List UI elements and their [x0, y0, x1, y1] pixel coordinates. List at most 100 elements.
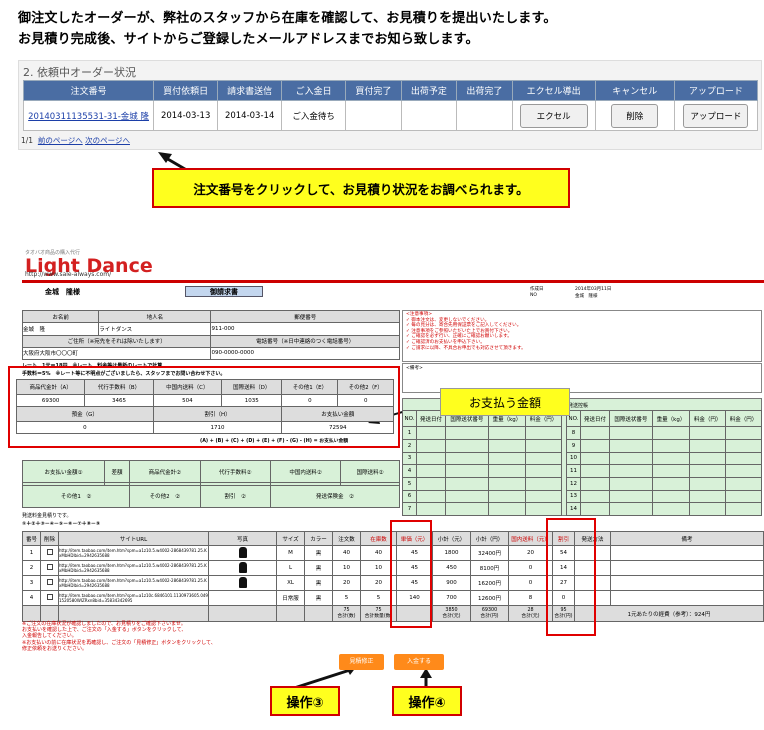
green-h-5: 中国内送料② [269, 459, 342, 484]
callout-op4: 操作④ [392, 686, 462, 716]
totals-empty [40, 605, 59, 622]
item-subjpy: 16200円 [470, 575, 509, 591]
ship-table-right: NO. 発送日付 国際送状番号 重量（kg） 料金（円） 料金（円） 8 9 10 11 … [566, 409, 762, 516]
item-size: L [276, 560, 305, 576]
totals-empty [208, 605, 277, 622]
item-size: 日常服 [276, 590, 305, 606]
item-photo [208, 575, 277, 591]
item-qty: 20 [332, 575, 361, 591]
green-h-1: お支払い金額① [22, 459, 105, 484]
green-h-4: 代行手数料② [199, 459, 271, 484]
ship-row-no: 8 [566, 426, 581, 440]
ship-row-no: 13 [566, 489, 581, 504]
item-remarks [610, 545, 764, 561]
red-notes: ※ご注文の在庫状況が確認しましたので、お見積りをご確認下さいませ。 お支払いを確… [22, 621, 282, 652]
green-r2-1: その他1 ② [21, 484, 131, 509]
item-color: 黒 [304, 560, 333, 576]
item-h-subjpy: 小計（円） [470, 531, 509, 546]
ship-row-no: 14 [566, 502, 581, 516]
brand-url: http://www.sale-always.com/ [25, 271, 112, 278]
item-qty: 10 [332, 560, 361, 576]
company-header: 地人名 [98, 309, 212, 324]
item-remarks [610, 560, 764, 576]
item-h-photo: 写真 [208, 531, 277, 546]
address-value: 大阪府大阪市〇〇〇町 [21, 346, 212, 361]
total-subcny: 3850 合計(元) [432, 605, 471, 622]
phone-value: 090-0000-0000 [210, 346, 400, 361]
delete-checkbox[interactable] [46, 564, 53, 570]
green-h-2: 差額 [103, 459, 131, 484]
ship-row-no: 7 [402, 502, 417, 516]
item-remarks [610, 575, 764, 591]
ship-h-date-2: 発送日付 [580, 409, 610, 428]
item-subjpy: 8100円 [470, 560, 509, 576]
item-subcny: 700 [432, 590, 471, 606]
item-h-size: サイズ [276, 531, 305, 546]
ship-row-no: 11 [566, 464, 581, 478]
item-subjpy: 32400円 [470, 545, 509, 561]
item-size: XL [276, 575, 305, 591]
pay-button[interactable]: 入金する [394, 654, 444, 670]
ship-h-track-2: 国際送状番号 [608, 409, 653, 428]
item-qty: 5 [332, 590, 361, 606]
company-value: ライトダンス [98, 322, 212, 336]
totals-empty [22, 605, 41, 622]
green-r2-3: 割引 ② [199, 484, 271, 509]
ship-row-no: 9 [566, 438, 581, 453]
green-summary: お支払い金額① 差額 商品代金計② 代行手数料② 中国内送料② 国際送料② その… [21, 459, 401, 509]
item-subjpy: 12600円 [470, 590, 509, 606]
total-subcny-label: 合計(元) [442, 613, 461, 619]
ship-h-fee-2: 料金（円） [689, 409, 727, 428]
delete-checkbox[interactable] [46, 549, 53, 555]
address-table: お名前 地人名 郵便番号 金城 隆ライトダンス 911-000 ご住所（※宛先をそれは… [21, 309, 400, 361]
item-h-del: 削除 [40, 531, 59, 546]
delete-checkbox[interactable] [46, 579, 53, 585]
quote-revise-button[interactable]: 見積修正 [339, 654, 384, 670]
totals-empty [276, 605, 305, 622]
delete-checkbox[interactable] [46, 594, 53, 600]
ship-row-no: 4 [402, 464, 417, 478]
highlight-ship-fee [546, 518, 596, 636]
product-photo-icon [238, 546, 247, 558]
item-photo [208, 560, 277, 576]
callout-order-hint: 注文番号をクリックして、お見積り状況をお調べられます。 [152, 168, 570, 208]
ship-h-fee2-2: 料金（円） [725, 409, 762, 428]
red-note-5: 修正依頼をお送りください。 [22, 645, 88, 652]
total-qty-label: 合計(数) [337, 613, 356, 619]
item-subcny: 900 [432, 575, 471, 591]
header-divider [22, 280, 764, 283]
product-photo-icon [238, 576, 247, 588]
item-h-qty: 注文数 [332, 531, 361, 546]
item-no: 3 [22, 575, 41, 591]
green-h-6: 国際送料② [340, 459, 400, 484]
item-size: M [276, 545, 305, 561]
item-subcny: 450 [432, 560, 471, 576]
no-value: 金城 隆様 [575, 294, 598, 299]
item-qty: 40 [332, 545, 361, 561]
highlight-fee-box [8, 366, 400, 448]
item-subcny: 1800 [432, 545, 471, 561]
total-note: 1元あたりの経費（参考）：924円 [574, 605, 764, 622]
name-value: 金城 隆 [21, 322, 100, 336]
note-6: ✓ ご請求に以降、不具合お申出でも対応させて頂きます。 [406, 345, 526, 351]
delete-cell [40, 545, 59, 561]
zip-header: 郵便番号 [210, 309, 400, 324]
item-color: 黒 [304, 590, 333, 606]
formula-note: 発送料金見積りです。 [22, 513, 72, 519]
totals-empty [304, 605, 333, 622]
item-no: 4 [22, 590, 41, 606]
ship-row-no: 6 [402, 489, 417, 504]
item-color: 黒 [304, 575, 333, 591]
ship-row-no: 5 [402, 476, 417, 491]
shipping-title: 発送控帳 [568, 403, 589, 409]
customer-name: 金城 隆様 [45, 288, 80, 296]
item-h-subcny: 小計（元） [432, 531, 471, 546]
item-h-url: サイトURL [58, 531, 209, 546]
delete-cell [40, 575, 59, 591]
item-h-no: 番号 [22, 531, 41, 546]
formula-2: ①＋②＋③－④－⑤－⑥－⑦＋⑧－⑨ [22, 521, 101, 527]
highlight-stock [390, 520, 432, 628]
item-photo [208, 545, 277, 561]
notes-box: <注意事項> ✓ 御本注文は、変更しないでください。 ✓ 毎の見分は、寄合先用保… [402, 310, 762, 362]
item-url: http://item.taobao.com/item.htm?spm=a1z1… [58, 575, 209, 591]
